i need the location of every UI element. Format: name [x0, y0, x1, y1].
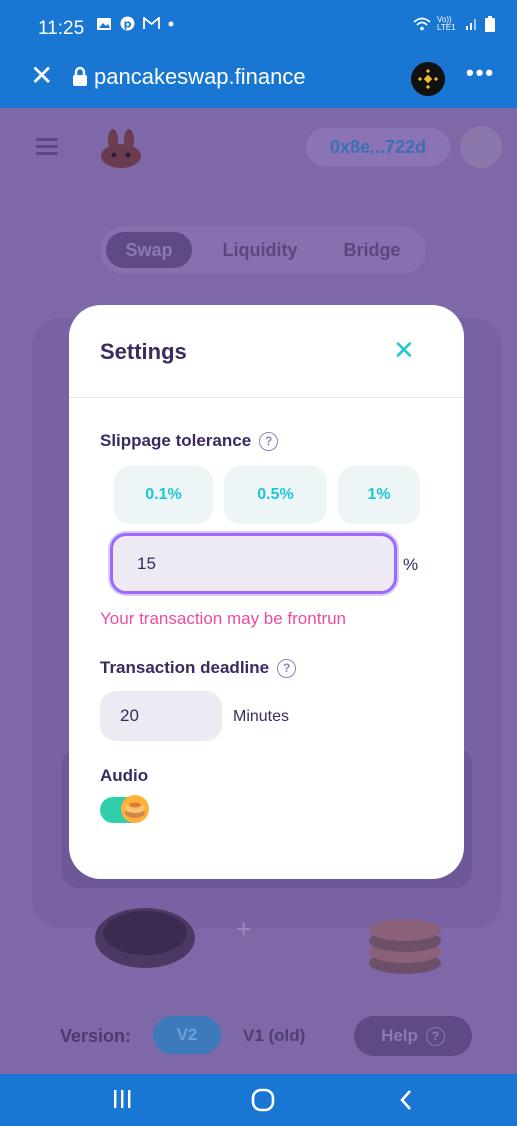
close-tab-icon[interactable]: ✕	[30, 62, 53, 90]
network-label: Vo)) LTE1	[437, 15, 456, 32]
recent-apps-icon[interactable]	[112, 1088, 132, 1110]
url-text[interactable]: pancakeswap.finance	[94, 64, 306, 90]
version-v1-link[interactable]: V1 (old)	[243, 1026, 305, 1046]
status-time: 11:25	[38, 18, 85, 39]
tab-swap[interactable]: Swap	[106, 232, 192, 268]
signal-icon	[466, 19, 476, 30]
avatar[interactable]	[460, 126, 502, 168]
audio-toggle[interactable]	[100, 795, 149, 823]
system-icons: Vo)) LTE1	[413, 16, 495, 32]
help-label: Help	[381, 1026, 418, 1045]
deadline-unit: Minutes	[233, 708, 290, 725]
status-bar: 11:25 p Vo)) LTE1	[0, 0, 517, 50]
notification-icons: p	[96, 16, 174, 31]
modal-title: Settings	[100, 339, 187, 364]
slippage-label: Slippage tolerance	[100, 431, 252, 450]
pinterest-icon: p	[120, 16, 135, 31]
help-button[interactable]: Help ?	[354, 1016, 472, 1056]
plus-icon: +	[236, 914, 252, 944]
slippage-input[interactable]: 15	[110, 533, 397, 594]
version-v2-button[interactable]: V2	[153, 1016, 221, 1054]
browser-bar: ✕ pancakeswap.finance •••	[0, 50, 517, 108]
frontrun-warning: Your transaction may be frontrun	[100, 609, 347, 628]
pancake-pan-illustration	[95, 908, 195, 968]
binance-icon[interactable]	[411, 62, 445, 96]
menu-icon[interactable]	[36, 138, 58, 155]
swap-tabs: Swap Liquidity Bridge	[100, 226, 426, 274]
settings-modal: Settings ✕ Slippage tolerance ? 0.1% 0.5…	[69, 305, 464, 879]
pancake-bunny-logo[interactable]	[98, 128, 144, 168]
audio-label: Audio	[100, 766, 149, 785]
divider	[69, 397, 464, 398]
home-icon[interactable]	[251, 1088, 275, 1112]
deadline-section-label: Transaction deadline ?	[100, 658, 297, 678]
dot-icon	[168, 21, 174, 26]
pancake-toggle-knob-icon	[121, 795, 149, 823]
slippage-option-0-1[interactable]: 0.1%	[114, 466, 213, 524]
android-nav-bar	[0, 1074, 517, 1126]
back-icon[interactable]	[398, 1088, 414, 1112]
tab-bridge[interactable]: Bridge	[326, 232, 418, 268]
more-options-icon[interactable]: •••	[466, 60, 495, 86]
slippage-section-label: Slippage tolerance ?	[100, 431, 279, 451]
deadline-help-icon[interactable]: ?	[277, 658, 297, 678]
audio-section-label: Audio	[100, 766, 148, 786]
lock-icon	[73, 66, 87, 86]
wallet-address-button[interactable]: 0x8e...722d	[306, 128, 450, 166]
wifi-icon	[413, 17, 431, 31]
gallery-icon	[97, 17, 111, 30]
pancake-stack-illustration	[369, 919, 441, 974]
version-label: Version:	[60, 1026, 132, 1046]
slippage-unit: %	[403, 555, 419, 574]
svg-text:p: p	[124, 18, 132, 31]
slippage-option-0-5[interactable]: 0.5%	[224, 466, 327, 524]
help-question-icon: ?	[425, 1026, 445, 1046]
mail-icon	[143, 17, 160, 29]
slippage-option-1[interactable]: 1%	[338, 466, 420, 524]
close-icon[interactable]: ✕	[393, 337, 415, 363]
tab-liquidity[interactable]: Liquidity	[200, 232, 320, 268]
deadline-input[interactable]: 20	[100, 691, 222, 741]
deadline-label: Transaction deadline	[100, 658, 270, 677]
slippage-help-icon[interactable]: ?	[259, 431, 279, 451]
battery-icon	[485, 16, 495, 32]
